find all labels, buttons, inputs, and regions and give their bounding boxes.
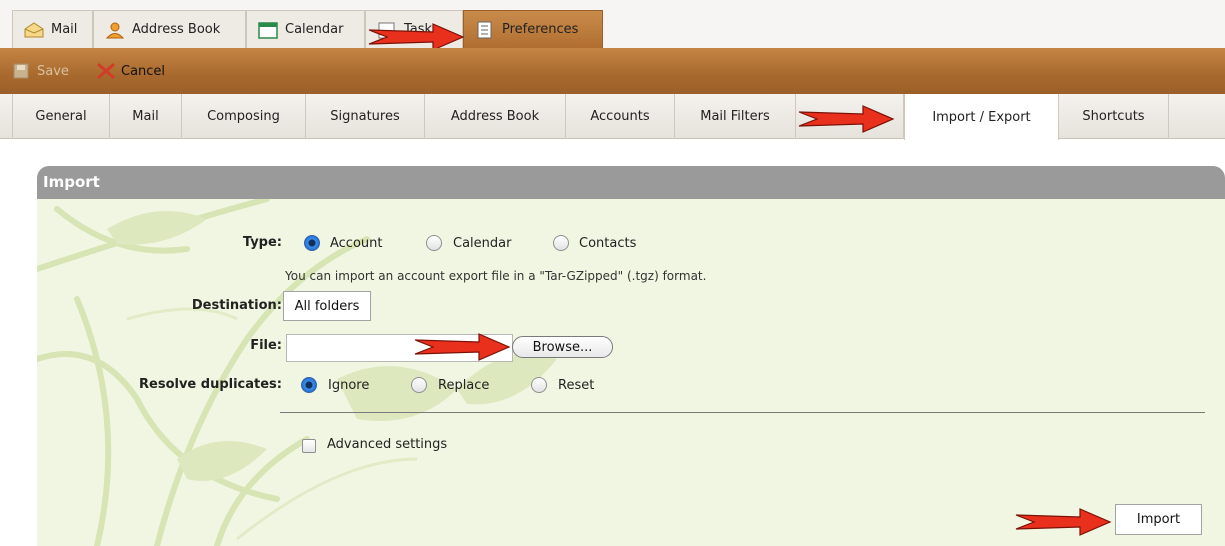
destination-button[interactable]: All folders bbox=[283, 291, 371, 321]
preferences-tab-bar: General Mail Composing Signatures Addres… bbox=[0, 94, 1225, 140]
app-tab-calendar[interactable]: Calendar bbox=[246, 10, 365, 48]
app-tab-label: Preferences bbox=[502, 22, 579, 37]
tab-label: Composing bbox=[207, 109, 280, 124]
tab-label: Mail Filters bbox=[700, 109, 770, 124]
browse-button[interactable]: Browse... bbox=[512, 336, 613, 358]
annotation-arrow-icon bbox=[798, 105, 895, 133]
type-calendar-label[interactable]: Calendar bbox=[453, 236, 511, 251]
tab-label: Accounts bbox=[590, 109, 650, 124]
app-tab-label: Address Book bbox=[132, 22, 221, 37]
panel-title: Import bbox=[37, 166, 1225, 199]
type-label: Type: bbox=[242, 235, 282, 250]
annotation-arrow-icon bbox=[414, 333, 511, 361]
toolbar: Save Cancel bbox=[0, 48, 1225, 94]
contacts-icon bbox=[105, 22, 125, 38]
save-button[interactable]: Save bbox=[12, 61, 69, 81]
app-tab-label: Mail bbox=[51, 22, 78, 37]
resolve-reset-label[interactable]: Reset bbox=[558, 378, 594, 393]
annotation-arrow-icon bbox=[1015, 508, 1112, 536]
app-tab-bar: Mail Address Book Calendar Tasks Prefere… bbox=[0, 0, 1225, 48]
tab-label: Mail bbox=[132, 109, 159, 124]
preferences-icon bbox=[477, 21, 492, 38]
import-button[interactable]: Import bbox=[1115, 504, 1202, 535]
tab-label: Address Book bbox=[450, 109, 540, 124]
resolve-replace-label[interactable]: Replace bbox=[438, 378, 489, 393]
import-form: Type: Account Calendar Contacts You can … bbox=[37, 199, 1225, 546]
section-divider bbox=[280, 412, 1205, 413]
app-tab-address-book[interactable]: Address Book bbox=[93, 10, 246, 48]
resolve-ignore-radio[interactable] bbox=[301, 377, 317, 393]
type-contacts-label[interactable]: Contacts bbox=[579, 236, 636, 251]
cancel-label: Cancel bbox=[121, 63, 166, 79]
close-icon bbox=[97, 63, 115, 79]
destination-label: Destination: bbox=[191, 298, 282, 313]
type-calendar-radio[interactable] bbox=[426, 235, 442, 251]
tab-label: General bbox=[35, 109, 87, 124]
resolve-replace-radio[interactable] bbox=[411, 377, 427, 393]
type-contacts-radio[interactable] bbox=[553, 235, 569, 251]
advanced-settings-label[interactable]: Advanced settings bbox=[327, 437, 447, 452]
type-hint-text: You can import an account export file in… bbox=[285, 269, 707, 283]
advanced-settings-checkbox[interactable] bbox=[302, 439, 316, 453]
import-panel: Import Type: Account Calendar Contacts Y… bbox=[37, 166, 1225, 546]
envelope-icon bbox=[24, 21, 44, 37]
app-tab-label: Calendar bbox=[285, 22, 344, 37]
resolve-reset-radio[interactable] bbox=[531, 377, 547, 393]
resolve-ignore-label[interactable]: Ignore bbox=[328, 378, 369, 393]
tab-label: Import / Export bbox=[932, 109, 1031, 125]
tab-signatures[interactable]: Signatures bbox=[306, 94, 425, 139]
decorative-leaves-image bbox=[37, 199, 557, 546]
tab-mail[interactable]: Mail bbox=[110, 94, 182, 139]
resolve-duplicates-label: Resolve duplicates: bbox=[139, 377, 282, 392]
save-label: Save bbox=[37, 63, 69, 79]
tab-label: Signatures bbox=[330, 109, 400, 124]
tab-mail-filters[interactable]: Mail Filters bbox=[675, 94, 796, 139]
tab-import-export[interactable]: Import / Export bbox=[904, 94, 1059, 140]
tab-label: Shortcuts bbox=[1082, 109, 1145, 124]
app-tab-preferences[interactable]: Preferences bbox=[463, 10, 603, 48]
cancel-button[interactable]: Cancel bbox=[96, 61, 165, 81]
file-label: File: bbox=[250, 338, 282, 353]
type-account-radio[interactable] bbox=[304, 235, 320, 251]
tab-composing[interactable]: Composing bbox=[182, 94, 306, 139]
calendar-icon bbox=[258, 21, 278, 39]
tab-address-book[interactable]: Address Book bbox=[425, 94, 566, 139]
floppy-disk-icon bbox=[13, 63, 29, 79]
app-tab-mail[interactable]: Mail bbox=[12, 10, 93, 48]
type-account-label[interactable]: Account bbox=[330, 236, 383, 251]
tab-accounts[interactable]: Accounts bbox=[566, 94, 675, 139]
tab-general[interactable]: General bbox=[12, 94, 110, 139]
tab-shortcuts[interactable]: Shortcuts bbox=[1059, 94, 1169, 139]
